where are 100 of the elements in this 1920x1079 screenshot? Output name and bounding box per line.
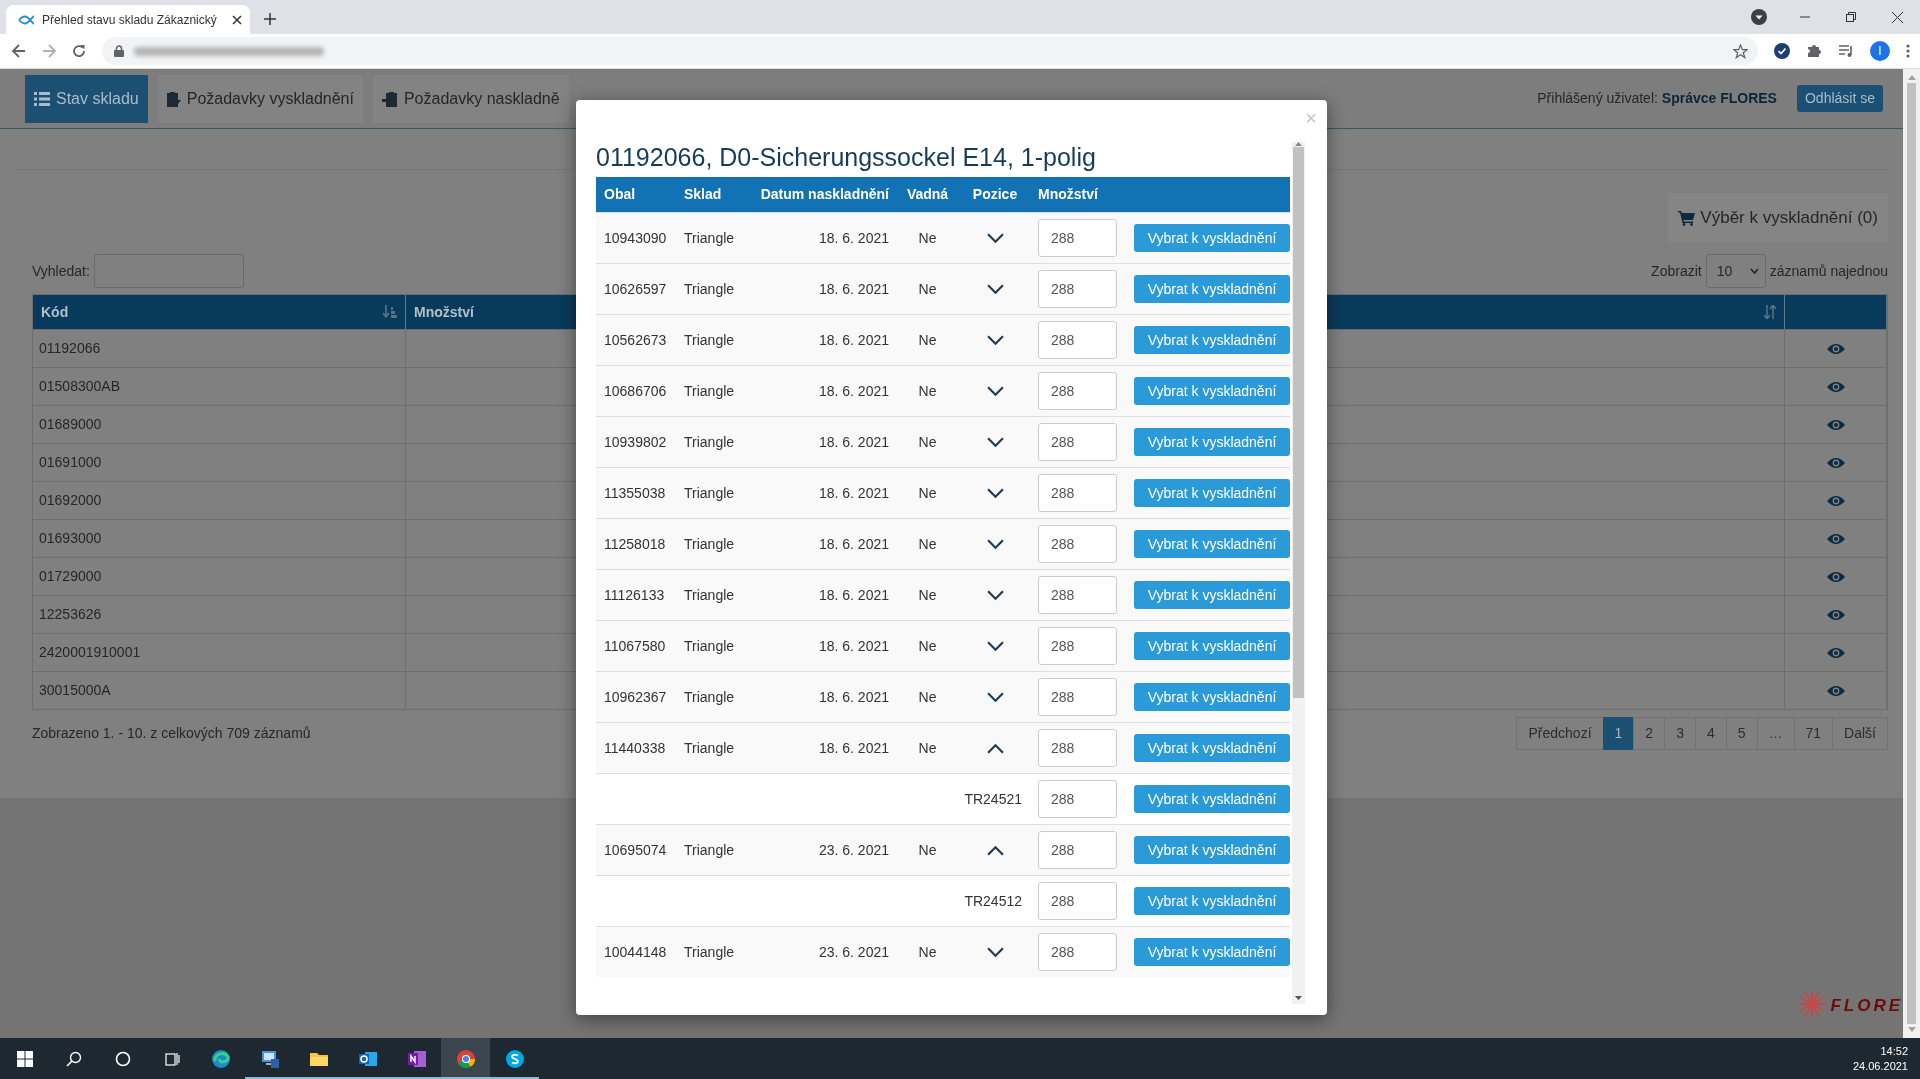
eye-icon[interactable] — [1826, 456, 1845, 469]
page-size-select[interactable]: 10 — [1705, 254, 1766, 288]
quantity-field[interactable]: 288 — [1038, 372, 1117, 410]
scrollbar-thumb[interactable] — [1293, 147, 1304, 698]
close-icon[interactable] — [232, 14, 242, 25]
page-button[interactable]: 1 — [1602, 717, 1635, 750]
nav-tab[interactable]: Požadavky naskladně — [372, 74, 569, 123]
quantity-field[interactable]: 288 — [1038, 474, 1117, 512]
scrollbar[interactable] — [1292, 142, 1305, 1004]
select-button[interactable]: Vybrat k vyskladnění — [1134, 224, 1290, 252]
search-icon[interactable] — [65, 1050, 82, 1067]
color-wheel-icon — [455, 1048, 476, 1069]
chevron-down-icon[interactable] — [986, 589, 1004, 601]
taskbar-button[interactable] — [441, 1038, 490, 1079]
table-cell-text: Triangle — [683, 738, 736, 758]
page-button[interactable]: 5 — [1725, 717, 1758, 750]
eye-icon[interactable] — [1826, 646, 1845, 659]
select-button[interactable]: Vybrat k vyskladnění — [1134, 530, 1290, 558]
page-button[interactable]: 71 — [1793, 717, 1834, 750]
clock-date: 24.06.2021 — [1852, 1058, 1908, 1074]
page-button[interactable]: 4 — [1694, 717, 1727, 750]
reload-icon[interactable] — [72, 44, 86, 58]
quantity-field[interactable]: 288 — [1038, 882, 1117, 920]
eye-icon[interactable] — [1826, 532, 1845, 545]
table-cell-text: Triangle — [683, 279, 736, 299]
page-button[interactable]: 2 — [1633, 717, 1666, 750]
quantity-field[interactable]: 288 — [1038, 729, 1117, 767]
back-icon[interactable] — [12, 44, 26, 58]
select-button[interactable]: Vybrat k vyskladnění — [1134, 428, 1290, 456]
eye-icon[interactable] — [1826, 608, 1845, 621]
scrollbar[interactable] — [1903, 69, 1920, 1038]
quantity-field[interactable]: 288 — [1038, 627, 1117, 665]
quantity-field[interactable]: 288 — [1038, 678, 1117, 716]
eye-icon[interactable] — [1826, 380, 1845, 393]
eye-icon[interactable] — [1826, 570, 1845, 583]
nav-tab[interactable]: Požadavky vyskladnění — [157, 74, 363, 123]
quantity-field[interactable]: 288 — [1038, 219, 1117, 257]
start-icon[interactable] — [16, 1050, 33, 1067]
chevron-down-icon[interactable] — [986, 436, 1004, 448]
chevron-down-icon[interactable] — [986, 691, 1004, 703]
menu-icon[interactable] — [1906, 44, 1910, 58]
page-button[interactable]: 3 — [1664, 717, 1696, 750]
fish-icon — [18, 13, 34, 26]
close-icon[interactable] — [1891, 11, 1903, 23]
select-button[interactable]: Vybrat k vyskladnění — [1134, 734, 1290, 762]
quantity-field[interactable]: 288 — [1038, 525, 1117, 563]
scrollbar-thumb[interactable] — [1907, 83, 1916, 1024]
quantity-field[interactable]: 288 — [1038, 780, 1117, 818]
nav-tab[interactable]: Stav skladu — [25, 74, 148, 123]
select-button[interactable]: Vybrat k vyskladnění — [1134, 377, 1290, 405]
chevron-down-icon[interactable] — [986, 232, 1004, 244]
quantity-field[interactable]: 288 — [1038, 423, 1117, 461]
select-button[interactable]: Vybrat k vyskladnění — [1134, 479, 1290, 507]
quantity-field[interactable]: 288 — [1038, 321, 1117, 359]
chevron-up-icon[interactable] — [986, 742, 1004, 754]
quantity-field[interactable]: 288 — [1038, 933, 1117, 971]
select-button[interactable]: Vybrat k vyskladnění — [1134, 275, 1290, 303]
chevron-down-icon[interactable] — [986, 385, 1004, 397]
select-button[interactable]: Vybrat k vyskladnění — [1134, 836, 1290, 864]
table-cell-text: 18. 6. 2021 — [818, 534, 890, 554]
quantity-field[interactable]: 288 — [1038, 831, 1117, 869]
page-button[interactable]: … — [1756, 717, 1795, 750]
chevron-down-icon[interactable] — [986, 334, 1004, 346]
eye-icon[interactable] — [1826, 418, 1845, 431]
chevron-down-icon[interactable] — [986, 946, 1004, 958]
check-circle-icon[interactable] — [1774, 43, 1790, 59]
table-cell: 01692000 — [33, 481, 406, 519]
quantity-field[interactable]: 288 — [1038, 270, 1117, 308]
previous-button[interactable]: Předchozí — [1516, 717, 1604, 750]
logout-button[interactable]: Odhlásit se — [1796, 85, 1883, 112]
select-button[interactable]: Vybrat k vyskladnění — [1134, 938, 1290, 966]
star-icon[interactable] — [1733, 43, 1748, 59]
profile-avatar[interactable]: I — [1870, 41, 1890, 61]
eye-icon[interactable] — [1826, 684, 1845, 697]
circle-icon[interactable] — [114, 1050, 131, 1067]
chevron-down-icon[interactable] — [986, 640, 1004, 652]
chevron-down-icon[interactable] — [986, 283, 1004, 295]
eye-icon[interactable] — [1826, 494, 1845, 507]
select-button[interactable]: Vybrat k vyskladnění — [1134, 581, 1290, 609]
select-button[interactable]: Vybrat k vyskladnění — [1134, 785, 1290, 813]
chevron-down-icon[interactable] — [986, 487, 1004, 499]
playlist-icon[interactable] — [1838, 44, 1854, 58]
chevron-up-icon[interactable] — [986, 844, 1004, 856]
select-button[interactable]: Vybrat k vyskladnění — [1134, 326, 1290, 354]
puzzle-icon[interactable] — [1806, 43, 1822, 59]
select-button[interactable]: Vybrat k vyskladnění — [1134, 632, 1290, 660]
new-tab-icon[interactable] — [264, 13, 276, 25]
browser-tab[interactable]: Přehled stavu skladu Zákaznický — [6, 5, 250, 34]
restore-icon[interactable] — [1846, 12, 1856, 22]
tab-search-icon[interactable] — [1751, 9, 1767, 25]
next-button[interactable]: Další — [1832, 717, 1888, 750]
quantity-field[interactable]: 288 — [1038, 576, 1117, 614]
select-button[interactable]: Vybrat k vyskladnění — [1134, 683, 1290, 711]
column-header[interactable]: Kód — [41, 301, 69, 323]
chevron-down-icon[interactable] — [986, 538, 1004, 550]
scroll-down-icon[interactable] — [1295, 996, 1302, 1000]
task-view-icon[interactable] — [163, 1050, 180, 1067]
eye-icon[interactable] — [1826, 342, 1845, 355]
selection-button[interactable]: Výběr k vyskladnění (0) — [1668, 193, 1888, 242]
select-button[interactable]: Vybrat k vyskladnění — [1134, 887, 1290, 915]
